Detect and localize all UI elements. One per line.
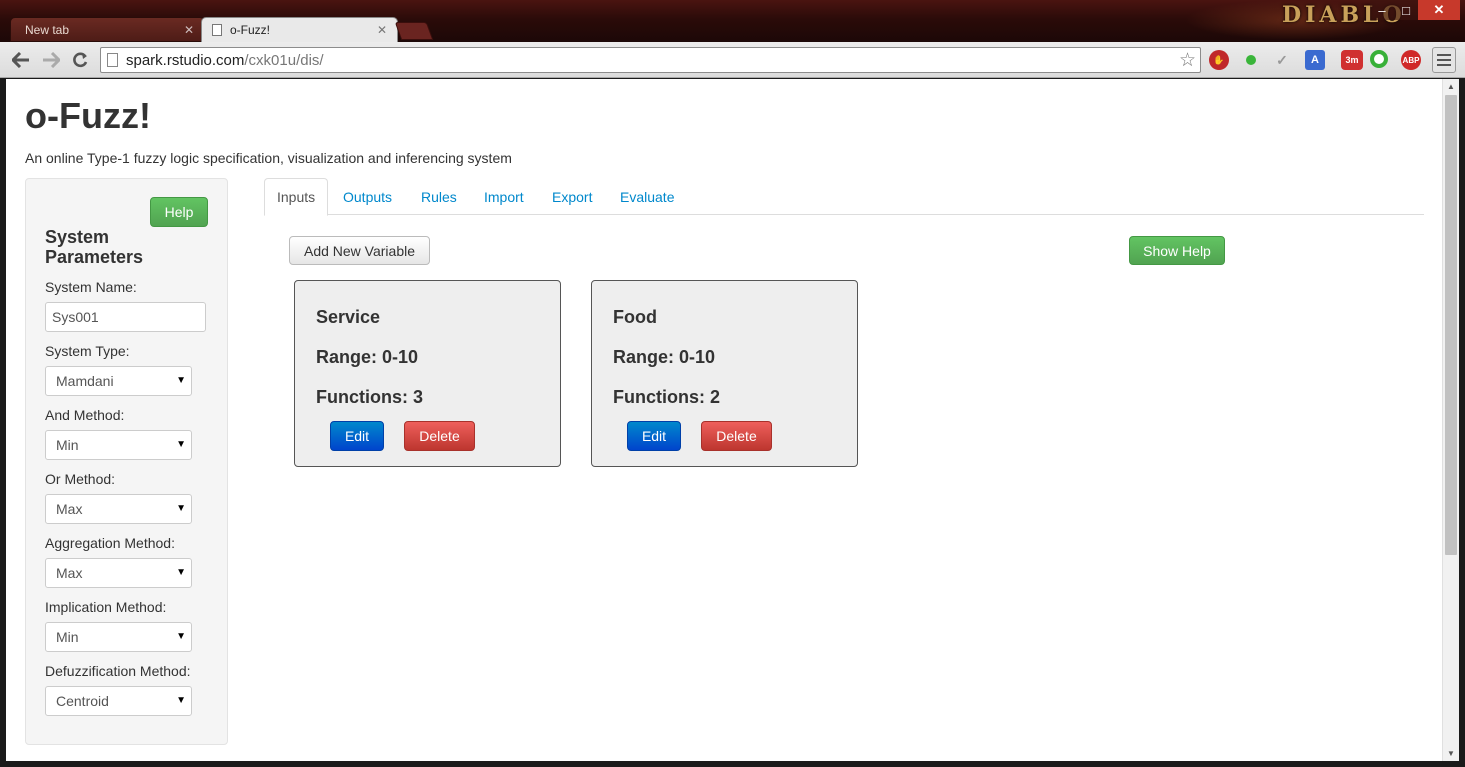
- window-minimize-button[interactable]: –: [1370, 0, 1394, 20]
- page-subtitle: An online Type-1 fuzzy logic specificati…: [25, 150, 512, 166]
- edit-variable-button[interactable]: Edit: [627, 421, 681, 451]
- and-method-value: Min: [56, 437, 79, 453]
- variable-name: Service: [316, 307, 381, 327]
- system-name-input[interactable]: Sys001: [45, 302, 206, 332]
- system-parameters-panel: Help System Parameters System Name: Sys0…: [25, 178, 228, 745]
- variable-card: Service Range: 0-10 Functions: 3 Edit De…: [294, 280, 561, 467]
- implication-method-select[interactable]: Min ▼: [45, 622, 192, 652]
- pen-icon[interactable]: ✓: [1272, 50, 1292, 70]
- tab-close-icon[interactable]: ✕: [377, 23, 387, 37]
- defuzzification-method-value: Centroid: [56, 693, 109, 709]
- address-host: spark.rstudio.com: [126, 51, 245, 69]
- show-help-button[interactable]: Show Help: [1129, 236, 1225, 265]
- system-name-label: System Name:: [45, 279, 137, 295]
- window-close-button[interactable]: ✕: [1418, 0, 1460, 20]
- system-type-label: System Type:: [45, 343, 130, 359]
- delete-variable-button[interactable]: Delete: [701, 421, 772, 451]
- browser-tab-new-tab[interactable]: New tab ✕: [10, 17, 205, 42]
- scrollbar-thumb[interactable]: [1445, 95, 1457, 555]
- browser-tab-label: New tab: [25, 22, 70, 37]
- bookmark-star-icon[interactable]: ☆: [1179, 49, 1196, 72]
- window-maximize-button[interactable]: □: [1394, 0, 1418, 20]
- browser-toolbar: spark.rstudio.com/cxk01u/dis/ ☆ ✋ ✓ A 3m…: [0, 42, 1465, 78]
- browser-tab-ofuzz[interactable]: o-Fuzz! ✕: [201, 17, 398, 42]
- or-method-value: Max: [56, 501, 83, 517]
- panel-heading: System Parameters: [45, 227, 144, 267]
- tab-import[interactable]: Import: [472, 178, 536, 215]
- back-icon[interactable]: [10, 49, 32, 71]
- variable-card: Food Range: 0-10 Functions: 2 Edit Delet…: [591, 280, 858, 467]
- caret-down-icon: ▼: [176, 439, 186, 450]
- aggregation-method-label: Aggregation Method:: [45, 535, 175, 551]
- or-method-label: Or Method:: [45, 471, 116, 487]
- delete-variable-button[interactable]: Delete: [404, 421, 475, 451]
- add-new-variable-button[interactable]: Add New Variable: [289, 236, 430, 265]
- browser-tab-label: o-Fuzz!: [230, 23, 271, 37]
- scroll-down-icon[interactable]: ▼: [1447, 749, 1455, 758]
- stop-extension-icon[interactable]: ✋: [1209, 50, 1229, 70]
- variable-name: Food: [613, 307, 657, 327]
- defuzzification-method-select[interactable]: Centroid ▼: [45, 686, 192, 716]
- address-bar[interactable]: spark.rstudio.com/cxk01u/dis/ ☆: [100, 47, 1201, 73]
- aggregation-method-value: Max: [56, 565, 83, 581]
- caret-down-icon: ▼: [176, 695, 186, 706]
- tab-evaluate[interactable]: Evaluate: [608, 178, 686, 215]
- help-button[interactable]: Help: [150, 197, 208, 227]
- system-type-select[interactable]: Mamdani ▼: [45, 366, 192, 396]
- extension-badge-icon[interactable]: 3m: [1341, 50, 1363, 70]
- system-type-value: Mamdani: [56, 373, 114, 389]
- and-method-select[interactable]: Min ▼: [45, 430, 192, 460]
- tab-close-icon[interactable]: ✕: [184, 23, 194, 37]
- caret-down-icon: ▼: [176, 631, 186, 642]
- caret-down-icon: ▼: [176, 375, 186, 386]
- new-tab-button[interactable]: [394, 22, 434, 40]
- adblock-icon[interactable]: ABP: [1401, 50, 1421, 70]
- reload-icon[interactable]: [69, 49, 91, 71]
- main-tabs: Inputs Outputs Rules Import Export Evalu…: [264, 178, 1424, 216]
- caret-down-icon: ▼: [176, 567, 186, 578]
- page-icon: [212, 24, 222, 36]
- variable-range: Range: 0-10: [613, 347, 716, 367]
- tab-inputs[interactable]: Inputs: [264, 178, 329, 216]
- page-scrollbar[interactable]: ▲ ▼: [1442, 79, 1459, 761]
- implication-method-label: Implication Method:: [45, 599, 167, 615]
- variable-range: Range: 0-10: [316, 347, 419, 367]
- implication-method-value: Min: [56, 629, 79, 645]
- variable-functions: Functions: 3: [316, 387, 423, 407]
- forward-icon[interactable]: [40, 49, 62, 71]
- aggregation-method-select[interactable]: Max ▼: [45, 558, 192, 588]
- defuzzification-method-label: Defuzzification Method:: [45, 663, 191, 679]
- browser-menu-icon[interactable]: [1432, 47, 1456, 73]
- browser-titlebar: DIABLO – □ ✕ New tab ✕ o-Fuzz! ✕: [0, 0, 1465, 42]
- q-extension-icon[interactable]: [1370, 50, 1388, 68]
- tab-rules[interactable]: Rules: [409, 178, 469, 215]
- page-title: o-Fuzz!: [25, 95, 151, 136]
- tab-export[interactable]: Export: [540, 178, 604, 215]
- address-path: /cxk01u/dis/: [244, 51, 324, 69]
- page-icon: [107, 53, 118, 67]
- tab-outputs[interactable]: Outputs: [331, 178, 404, 215]
- or-method-select[interactable]: Max ▼: [45, 494, 192, 524]
- page-viewport: o-Fuzz! An online Type-1 fuzzy logic spe…: [6, 79, 1459, 761]
- scroll-up-icon[interactable]: ▲: [1447, 82, 1455, 91]
- variable-functions: Functions: 2: [613, 387, 720, 407]
- translate-icon[interactable]: A: [1305, 50, 1325, 70]
- and-method-label: And Method:: [45, 407, 125, 423]
- caret-down-icon: ▼: [176, 503, 186, 514]
- status-dot-icon[interactable]: [1241, 50, 1261, 70]
- edit-variable-button[interactable]: Edit: [330, 421, 384, 451]
